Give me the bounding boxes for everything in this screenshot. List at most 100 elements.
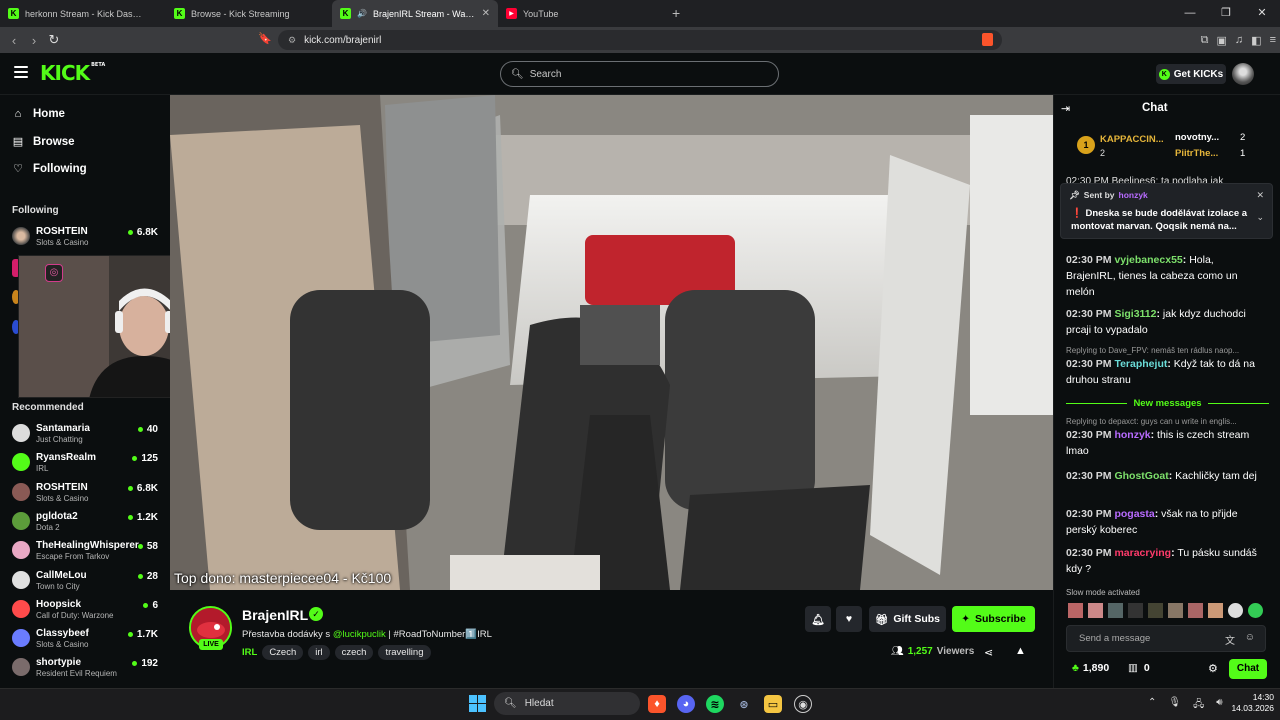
sidebar-channel[interactable]: Classybeef Slots & Casino 1.7K xyxy=(12,626,162,654)
chat-message[interactable]: 02:30 PM Teraphejut: Když tak to dá na d… xyxy=(1066,356,1266,388)
emote[interactable] xyxy=(1248,603,1263,618)
tag-chip[interactable]: Czech xyxy=(262,645,304,660)
new-tab-button[interactable]: + xyxy=(672,0,680,27)
kicks-balance[interactable]: ♣ 1,890 xyxy=(1072,662,1109,674)
emote[interactable] xyxy=(1108,603,1123,618)
emote[interactable] xyxy=(1068,603,1083,618)
user-avatar[interactable] xyxy=(1232,63,1254,85)
minimize-icon[interactable]: — xyxy=(1172,0,1208,27)
search-box[interactable]: 🔍︎ xyxy=(500,61,779,87)
chat-message[interactable]: 02:30 PM GhostGoat: Kachličky tam dej xyxy=(1066,468,1266,484)
channel-points[interactable]: ▥ 0 xyxy=(1128,662,1150,674)
channel-name[interactable]: BrajenIRL xyxy=(242,607,308,623)
sidebar-channel[interactable]: RyansRealm IRL 125 xyxy=(12,450,162,478)
extensions-icon[interactable]: ⧉ xyxy=(1201,34,1209,47)
share-icon[interactable]: ⋖ xyxy=(984,646,993,659)
reload-icon[interactable]: ↻ xyxy=(44,32,64,48)
reply-preview[interactable]: Replying to Dave_FPV: nemáš ten rádlus n… xyxy=(1066,346,1266,355)
emote[interactable] xyxy=(1088,603,1103,618)
browser-tab-active[interactable]: K 🔊 BrajenIRL Stream - Watch Live ✕ xyxy=(332,0,498,27)
close-window-icon[interactable]: ✕ xyxy=(1244,0,1280,27)
message-username[interactable]: Teraphejut xyxy=(1114,358,1167,370)
chat-send-button[interactable]: Chat xyxy=(1229,659,1267,679)
url-field[interactable]: ⚙ kick.com/brajenirl ⇪ xyxy=(278,30,1002,50)
search-input[interactable] xyxy=(529,68,750,80)
spotify-icon[interactable]: ≋ xyxy=(706,695,724,713)
report-icon[interactable]: ▲ xyxy=(1015,645,1026,657)
sidebar-channel[interactable]: TheHealingWhisperer Escape From Tarkov 58 xyxy=(12,538,162,566)
chat-message[interactable]: 02:30 PM honzyk: this is czech stream lm… xyxy=(1066,427,1266,459)
forward-icon[interactable]: › xyxy=(24,33,44,48)
brave-icon[interactable]: ♦ xyxy=(648,695,666,713)
leaderboard-name[interactable]: PiitrThe... xyxy=(1175,148,1218,159)
sidebar-channel[interactable]: Santamaria Just Chatting 40 xyxy=(12,421,162,449)
chat-input[interactable] xyxy=(1079,633,1219,644)
tag-chip[interactable]: irl xyxy=(308,645,330,660)
sidebar-channel[interactable]: ROSHTEIN Slots & Casino 6.8K xyxy=(12,480,162,508)
chat-input-box[interactable]: 文 ☺ xyxy=(1066,625,1266,652)
wallet-icon[interactable]: ▣ xyxy=(1217,34,1227,47)
collapse-chat-icon[interactable]: ⇥ xyxy=(1061,102,1070,115)
network-icon[interactable]: 🖧︎ xyxy=(1193,697,1204,714)
windows-start-icon[interactable] xyxy=(469,695,486,712)
emote[interactable] xyxy=(1188,603,1203,618)
subscribe-button[interactable]: ✦ Subscribe xyxy=(952,606,1035,632)
kick-logo[interactable]: KICK BETA xyxy=(40,61,105,85)
follow-button[interactable]: ♥ xyxy=(836,606,862,632)
chevron-down-icon[interactable]: ⌄ xyxy=(1256,212,1264,223)
translate-icon[interactable]: 文 xyxy=(1225,632,1235,647)
brave-shields-icon[interactable] xyxy=(982,33,993,46)
sidebar-channel[interactable]: pgldota2 Dota 2 1.2K xyxy=(12,509,162,537)
media-icon[interactable]: ♫ xyxy=(1235,34,1243,46)
notification-bell-button[interactable]: 🔔︎ xyxy=(805,606,831,632)
mention-link[interactable]: @lucikpuclik xyxy=(333,629,386,640)
taskbar-search[interactable]: 🔍︎ Hledat xyxy=(494,692,640,715)
message-username[interactable]: pogasta xyxy=(1114,508,1154,520)
emoji-icon[interactable]: ☺ xyxy=(1245,632,1255,643)
video-player[interactable] xyxy=(170,95,1053,590)
tag-chip[interactable]: czech xyxy=(334,645,374,660)
file-explorer-icon[interactable]: ▭ xyxy=(764,695,782,713)
system-clock[interactable]: 14:30 14.03.2026 xyxy=(1222,692,1274,714)
microphone-icon[interactable]: 🎙︎ xyxy=(1168,697,1181,714)
sidebar-nav-following[interactable]: ♡ Following xyxy=(12,162,87,176)
obs-icon[interactable]: ◉ xyxy=(794,695,812,713)
hamburger-menu-icon[interactable] xyxy=(14,66,28,78)
sidebar-channel[interactable]: ROSHTEIN Slots & Casino 6.8K xyxy=(12,224,162,252)
sidebar-channel[interactable]: CallMeLou Town to City 28 xyxy=(12,568,162,596)
pinned-message[interactable]: 📌︎ Sent by honzyk ❗ Dneska se bude dodělá… xyxy=(1060,183,1273,239)
discord-icon[interactable]: ◕ xyxy=(677,695,695,713)
emote[interactable] xyxy=(1228,603,1243,618)
emote[interactable] xyxy=(1168,603,1183,618)
reply-preview[interactable]: Replying to depaxct: guys can u write in… xyxy=(1066,417,1266,426)
chat-message[interactable]: 02:30 PM maracrying: Tu pásku sundáš kdy… xyxy=(1066,545,1266,577)
sidebar-channel[interactable]: Hoopsick Call of Duty: Warzone 6 xyxy=(12,597,162,625)
browser-tab[interactable]: K Browse - Kick Streaming xyxy=(166,0,332,27)
emote[interactable] xyxy=(1128,603,1143,618)
tag-chip[interactable]: travelling xyxy=(378,645,431,660)
browser-tab[interactable]: K herkonn Stream - Kick Dashboard xyxy=(0,0,166,27)
browser-tab[interactable]: ▶ YouTube xyxy=(498,0,664,27)
close-tab-icon[interactable]: ✕ xyxy=(482,8,490,19)
chat-message[interactable]: 02:30 PM Sigi3112: jak kdyz duchodci prc… xyxy=(1066,306,1266,338)
leaderboard-name[interactable]: novotny... xyxy=(1175,132,1219,143)
get-kicks-button[interactable]: K Get KICKs xyxy=(1156,64,1226,84)
emote[interactable] xyxy=(1208,603,1223,618)
chevron-up-icon[interactable]: ⌃ xyxy=(1148,697,1156,714)
back-icon[interactable]: ‹ xyxy=(4,33,24,48)
sidebar-nav-browse[interactable]: ▤ Browse xyxy=(12,135,75,149)
message-username[interactable]: vyjebanecx55 xyxy=(1114,254,1182,266)
message-username[interactable]: GhostGoat xyxy=(1114,470,1168,482)
sidebar-toggle-icon[interactable]: ◧ xyxy=(1251,34,1261,47)
message-username[interactable]: honzyk xyxy=(1114,429,1150,441)
browser-menu-icon[interactable]: ≡ xyxy=(1270,34,1276,46)
message-username[interactable]: maracrying xyxy=(1114,547,1171,559)
gift-subs-button[interactable]: 🎁︎ Gift Subs xyxy=(869,606,946,632)
site-info-icon[interactable]: ⚙ xyxy=(288,35,296,46)
maximize-icon[interactable]: ❐ xyxy=(1208,0,1244,27)
category-link[interactable]: IRL xyxy=(242,645,257,660)
bookmark-icon[interactable]: 🔖 xyxy=(258,32,272,45)
steam-icon[interactable]: ⊛ xyxy=(735,695,753,713)
sidebar-channel[interactable]: shortypie Resident Evil Requiem 192 xyxy=(12,655,162,683)
emote[interactable] xyxy=(1148,603,1163,618)
